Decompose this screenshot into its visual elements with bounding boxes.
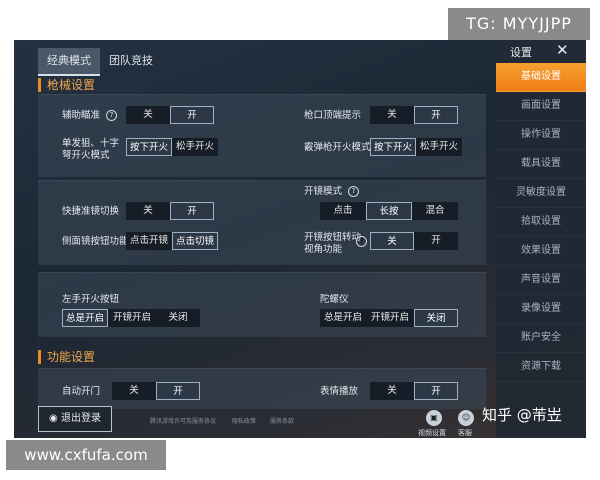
left-fire-always[interactable]: 总是开启	[62, 309, 108, 327]
watermark-bottom: www.cxfufa.com	[6, 440, 166, 470]
gyro-always[interactable]: 总是开启	[320, 309, 366, 327]
emote-label: 表情播放	[320, 386, 359, 397]
sidebar-title: 设置	[510, 46, 532, 59]
gyro-label: 陀螺仪	[320, 294, 349, 305]
muzzle-hint-off[interactable]: 关	[370, 106, 414, 124]
scope-mode-hold[interactable]: 长按	[366, 202, 412, 220]
help-icon[interactable]: ?	[356, 236, 367, 247]
sidebar-item-sensitivity[interactable]: 灵敏度设置	[496, 179, 586, 208]
aim-assist-off[interactable]: 关	[126, 106, 170, 124]
single-fire-release[interactable]: 松手开火	[172, 138, 218, 156]
support-icon[interactable]: ☺	[458, 410, 474, 426]
scope-mode-label: 开镜模式?	[304, 186, 360, 198]
sidebar-item-vehicle[interactable]: 载具设置	[496, 150, 586, 179]
settings-sidebar: 设置 ✕ 基础设置 画面设置 操作设置 载具设置 灵敏度设置 拾取设置 效果设置…	[496, 40, 586, 438]
sidebar-item-recording[interactable]: 录像设置	[496, 295, 586, 324]
tab-team[interactable]: 团队竞技	[100, 48, 162, 74]
section-function-settings: 功能设置	[38, 350, 95, 364]
gun-panel-2	[38, 180, 486, 265]
side-scope-label: 侧面镜按钮功能	[62, 236, 129, 247]
muzzle-hint-toggle: 关 开	[370, 106, 458, 124]
left-fire-label: 左手开火按钮	[62, 294, 120, 305]
scope-rotate-off[interactable]: 关	[370, 232, 414, 250]
mode-tabs: 经典模式 团队竞技	[38, 48, 162, 76]
sidebar-item-controls[interactable]: 操作设置	[496, 121, 586, 150]
aim-assist-toggle: 关 开	[126, 106, 214, 124]
single-fire-toggle: 按下开火 松手开火	[126, 138, 218, 156]
emote-off[interactable]: 关	[370, 382, 414, 400]
scope-rotate-on[interactable]: 开	[414, 232, 458, 250]
muzzle-hint-on[interactable]: 开	[414, 106, 458, 124]
gyro-scope[interactable]: 开镜开启	[366, 309, 414, 327]
sidebar-item-sound[interactable]: 声音设置	[496, 266, 586, 295]
shotgun-fire-press[interactable]: 按下开火	[370, 138, 416, 156]
left-fire-scope[interactable]: 开镜开启	[108, 309, 156, 327]
sidebar-item-pickup[interactable]: 拾取设置	[496, 208, 586, 237]
scope-rotate-label: 开镜按钮转动视角功能	[304, 232, 362, 255]
logout-button[interactable]: ◉ 退出登录	[38, 406, 112, 432]
scope-rotate-toggle: 关 开	[370, 232, 458, 250]
help-icon[interactable]: ?	[348, 186, 360, 197]
section-gun-settings: 枪械设置	[38, 78, 95, 92]
side-scope-tap-switch[interactable]: 点击切镜	[172, 232, 218, 250]
side-scope-toggle: 点击开镜 点击切镜	[126, 232, 218, 250]
shotgun-fire-release[interactable]: 松手开火	[416, 138, 462, 156]
shotgun-fire-toggle: 按下开火 松手开火	[370, 138, 462, 156]
sidebar-item-account[interactable]: 账户安全	[496, 324, 586, 353]
watermark-top: TG: MYYJJPP	[448, 8, 590, 40]
quick-scope-on[interactable]: 开	[170, 202, 214, 220]
quick-scope-off[interactable]: 关	[126, 202, 170, 220]
sidebar-header: 设置 ✕	[496, 40, 586, 62]
left-fire-toggle: 总是开启 开镜开启 关闭	[62, 309, 200, 327]
muzzle-hint-label: 枪口顶端提示	[304, 110, 362, 121]
help-icon[interactable]: ?	[106, 110, 118, 121]
support-label: 客服	[458, 429, 472, 437]
sidebar-item-download[interactable]: 资源下载	[496, 353, 586, 382]
scope-mode-tap[interactable]: 点击	[320, 202, 366, 220]
quick-scope-toggle: 关 开	[126, 202, 214, 220]
credit-watermark: 知乎 @芾岦	[482, 406, 562, 424]
tab-classic[interactable]: 经典模式	[38, 48, 100, 76]
terms-link[interactable]: 腾讯游戏许可及服务协议	[150, 416, 216, 425]
sidebar-item-effects[interactable]: 效果设置	[496, 237, 586, 266]
auto-door-label: 自动开门	[62, 386, 101, 397]
aim-assist-on[interactable]: 开	[170, 106, 214, 124]
auto-door-on[interactable]: 开	[156, 382, 200, 400]
emote-toggle: 关 开	[370, 382, 458, 400]
sidebar-item-graphics[interactable]: 画面设置	[496, 92, 586, 121]
left-fire-close[interactable]: 关闭	[156, 309, 200, 327]
service-link[interactable]: 服务条款	[270, 416, 294, 425]
shotgun-fire-label: 霰弹枪开火模式	[304, 142, 371, 153]
auto-door-off[interactable]: 关	[112, 382, 156, 400]
wechat-icon: ◉	[49, 413, 58, 424]
side-scope-tap-open[interactable]: 点击开镜	[126, 232, 172, 250]
auto-door-toggle: 关 开	[112, 382, 200, 400]
quick-scope-label: 快捷准镜切换	[62, 206, 120, 217]
sidebar-item-basic[interactable]: 基础设置	[496, 63, 586, 92]
emote-on[interactable]: 开	[414, 382, 458, 400]
close-icon[interactable]: ✕	[556, 41, 569, 59]
privacy-link[interactable]: 隐私政策	[232, 416, 256, 425]
video-settings-label: 视频设置	[418, 429, 446, 437]
single-fire-press[interactable]: 按下开火	[126, 138, 172, 156]
video-settings-icon[interactable]: ▣	[426, 410, 442, 426]
scope-mode-toggle: 点击 长按 混合	[320, 202, 458, 220]
aim-assist-label: 辅助瞄准?	[62, 110, 118, 122]
gyro-toggle: 总是开启 开镜开启 关闭	[320, 309, 458, 327]
game-settings-screen: 经典模式 团队竞技 枪械设置 辅助瞄准? 关 开 枪口顶端提示 关 开 单发狙、…	[14, 40, 586, 438]
single-fire-label: 单发狙、十字弩开火模式	[62, 138, 120, 161]
scope-mode-mix[interactable]: 混合	[412, 202, 458, 220]
gyro-close[interactable]: 关闭	[414, 309, 458, 327]
